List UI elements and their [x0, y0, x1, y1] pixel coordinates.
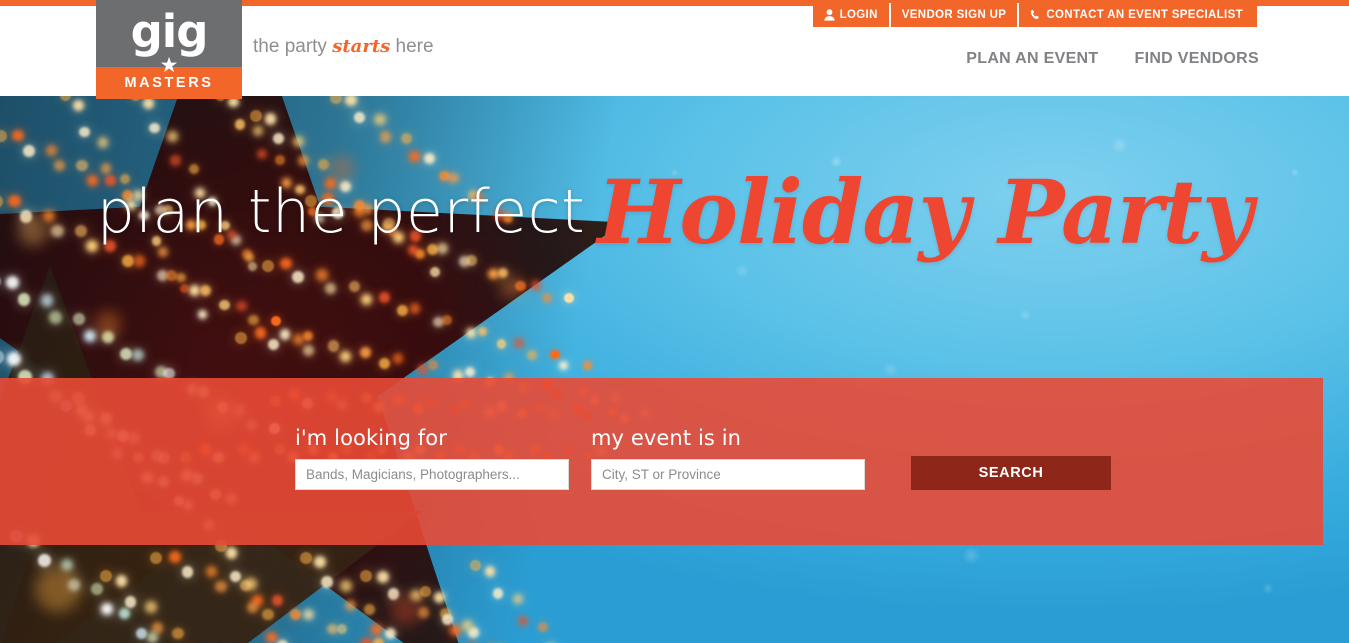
contact-specialist-button-label: CONTACT AN EVENT SPECIALIST — [1046, 9, 1243, 21]
search-band: i'm looking for my event is in SEARCH — [0, 378, 1323, 545]
tagline-accent: starts — [332, 36, 391, 57]
search-keyword-group: i'm looking for — [295, 426, 569, 490]
logo-subwordmark: MASTERS — [124, 75, 214, 91]
hero-headline-plain: plan the perfect — [96, 177, 586, 247]
login-button-label: LOGIN — [839, 9, 878, 21]
nav-item-plan-an-event[interactable]: PLAN AN EVENT — [966, 50, 1098, 68]
search-keyword-input[interactable] — [295, 459, 569, 490]
hero-bottom-strip — [0, 545, 1349, 643]
search-form: i'm looking for my event is in SEARCH — [295, 426, 1111, 490]
nav-item-find-vendors[interactable]: FIND VENDORS — [1135, 50, 1260, 68]
utility-bar: LOGIN VENDOR SIGN UP CONTACT AN EVENT SP… — [812, 3, 1257, 27]
contact-specialist-button[interactable]: CONTACT AN EVENT SPECIALIST — [1019, 3, 1257, 27]
user-icon — [823, 9, 835, 21]
hero-headline-script: Holiday Party — [597, 160, 1253, 264]
phone-icon — [1030, 9, 1041, 21]
site-logo[interactable]: gig ★ MASTERS — [96, 0, 242, 99]
search-submit-button[interactable]: SEARCH — [911, 456, 1111, 490]
tagline-before: the party — [253, 36, 333, 57]
vendor-signup-button-label: VENDOR SIGN UP — [901, 9, 1007, 21]
site-tagline: the party starts here — [253, 36, 434, 58]
page-root: gig ★ MASTERS the party starts here LOGI… — [0, 0, 1349, 643]
login-button[interactable]: LOGIN — [812, 3, 891, 27]
vendor-signup-button[interactable]: VENDOR SIGN UP — [890, 3, 1020, 27]
main-navigation: PLAN AN EVENT FIND VENDORS — [966, 50, 1259, 68]
logo-wordmark: gig — [130, 5, 209, 58]
star-icon: ★ — [159, 54, 179, 77]
hero-headline: plan the perfect Holiday Party — [0, 160, 1349, 264]
search-location-label: my event is in — [591, 426, 742, 450]
logo-bottom-block: ★ MASTERS — [96, 55, 242, 99]
search-location-input[interactable] — [591, 459, 865, 490]
tagline-after: here — [390, 36, 434, 57]
search-location-group: my event is in — [591, 426, 865, 490]
search-keyword-label: i'm looking for — [295, 426, 447, 450]
